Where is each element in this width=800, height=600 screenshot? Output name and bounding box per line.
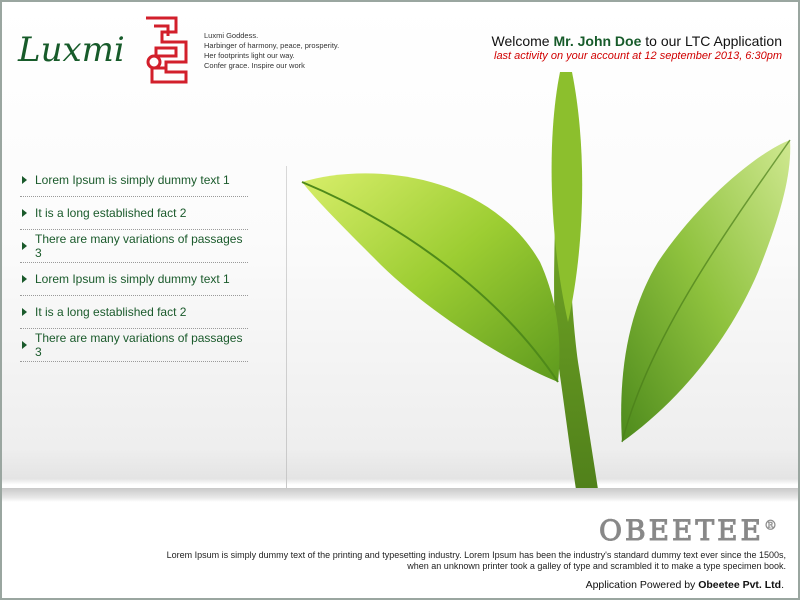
logo-ornament-icon: [146, 16, 188, 84]
powered-by: Application Powered by Obeetee Pvt. Ltd.: [586, 579, 784, 591]
powered-prefix: Application Powered by: [585, 579, 696, 591]
tea-leaf-illustration: [301, 72, 791, 502]
welcome-prefix: Welcome: [491, 33, 550, 49]
page: Luxmi Luxmi Goddess. Harbinger of harmon…: [2, 2, 798, 598]
luxmi-logo-graphic: Luxmi: [17, 16, 188, 84]
tagline-line: Harbinger of harmony, peace, prosperity.: [204, 41, 340, 50]
brand-wordmark: OBEETEE: [599, 514, 764, 548]
arrow-right-icon: [22, 209, 27, 217]
nav-item[interactable]: There are many variations of passages 3: [20, 329, 248, 362]
tagline-line: Her footprints light our way.: [204, 51, 295, 60]
arrow-right-icon: [22, 242, 27, 250]
nav-item[interactable]: It is a long established fact 2: [20, 197, 248, 230]
footer-text-line: Lorem Ipsum is simply dummy text of the …: [166, 550, 786, 560]
luxmi-logo[interactable]: Luxmi: [16, 12, 192, 88]
nav-item-label: It is a long established fact 2: [35, 305, 187, 319]
nav-item[interactable]: There are many variations of passages 3: [20, 230, 248, 263]
nav-item-label: Lorem Ipsum is simply dummy text 1: [35, 272, 230, 286]
arrow-right-icon: [22, 341, 27, 349]
welcome-block: Welcome Mr. John Doe to our LTC Applicat…: [492, 33, 783, 62]
nav-item-label: It is a long established fact 2: [35, 206, 187, 220]
arrow-right-icon: [22, 308, 27, 316]
footer-text-line: when an unknown printer took a galley of…: [407, 561, 786, 571]
registered-mark: ®: [764, 518, 780, 534]
obeetee-brand[interactable]: OBEETEE®: [599, 514, 780, 548]
shadow-band: [2, 488, 798, 502]
nav-item[interactable]: It is a long established fact 2: [20, 296, 248, 329]
arrow-right-icon: [22, 176, 27, 184]
powered-suffix: .: [781, 579, 784, 591]
footer-description: Lorem Ipsum is simply dummy text of the …: [16, 550, 786, 572]
tagline-line: Luxmi Goddess.: [204, 31, 259, 40]
nav-item[interactable]: Lorem Ipsum is simply dummy text 1: [20, 164, 248, 197]
tea-leaf-image: [288, 62, 798, 502]
nav-item-label: Lorem Ipsum is simply dummy text 1: [35, 173, 230, 187]
user-name[interactable]: Mr. John Doe: [553, 33, 641, 49]
vertical-divider: [286, 166, 287, 490]
logo-wordmark: Luxmi: [17, 30, 125, 70]
nav-item-label: There are many variations of passages 3: [35, 331, 243, 359]
nav-item[interactable]: Lorem Ipsum is simply dummy text 1: [20, 263, 248, 296]
last-activity: last activity on your account at 12 sept…: [494, 50, 782, 62]
welcome-suffix: to our LTC Application: [645, 33, 782, 49]
side-nav: Lorem Ipsum is simply dummy text 1 It is…: [20, 164, 248, 362]
powered-company[interactable]: Obeetee Pvt. Ltd: [698, 579, 781, 591]
welcome-message: Welcome Mr. John Doe to our LTC Applicat…: [492, 33, 783, 49]
arrow-right-icon: [22, 275, 27, 283]
nav-item-label: There are many variations of passages 3: [35, 232, 243, 260]
